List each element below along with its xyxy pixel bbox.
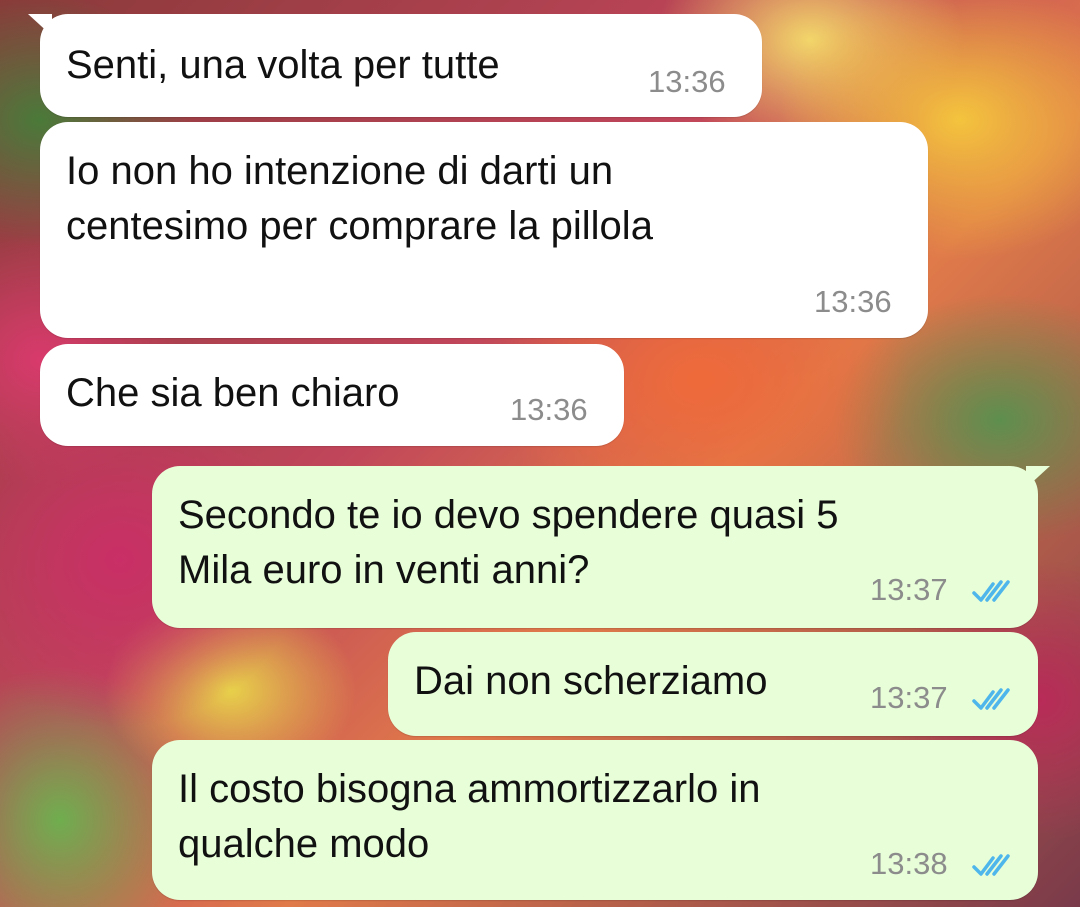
message-bubble-outgoing[interactable]: Dai non scherziamo 13:37 (388, 632, 1038, 736)
message-timestamp: 13:36 (814, 284, 892, 319)
message-timestamp: 13:37 (870, 680, 948, 715)
message-bubble-incoming[interactable]: Io non ho intenzione di darti un centesi… (40, 122, 928, 338)
message-bubble-outgoing[interactable]: Il costo bisogna ammortizzarlo in qualch… (152, 740, 1038, 900)
message-text: Che sia ben chiaro (66, 371, 400, 415)
bubble-tail (28, 14, 52, 36)
message-text: Il costo bisogna ammortizzarlo in qualch… (178, 767, 761, 866)
double-check-read-icon (972, 854, 1010, 876)
message-timestamp: 13:37 (870, 572, 948, 607)
bubble-tail (1026, 466, 1050, 488)
message-timestamp: 13:36 (648, 64, 726, 99)
message-bubble-incoming[interactable]: Senti, una volta per tutte 13:36 (28, 14, 762, 117)
double-check-read-icon (972, 580, 1010, 602)
message-timestamp: 13:36 (510, 392, 588, 427)
message-text: Senti, una volta per tutte (66, 43, 500, 87)
message-text: Dai non scherziamo (414, 659, 768, 703)
message-bubble-outgoing[interactable]: Secondo te io devo spendere quasi 5 Mila… (152, 466, 1050, 628)
message-text: Secondo te io devo spendere quasi 5 Mila… (178, 493, 839, 592)
message-text: Io non ho intenzione di darti un centesi… (66, 149, 653, 248)
message-timestamp: 13:38 (870, 846, 948, 881)
double-check-read-icon (972, 688, 1010, 710)
message-bubble-incoming[interactable]: Che sia ben chiaro 13:36 (40, 344, 624, 446)
